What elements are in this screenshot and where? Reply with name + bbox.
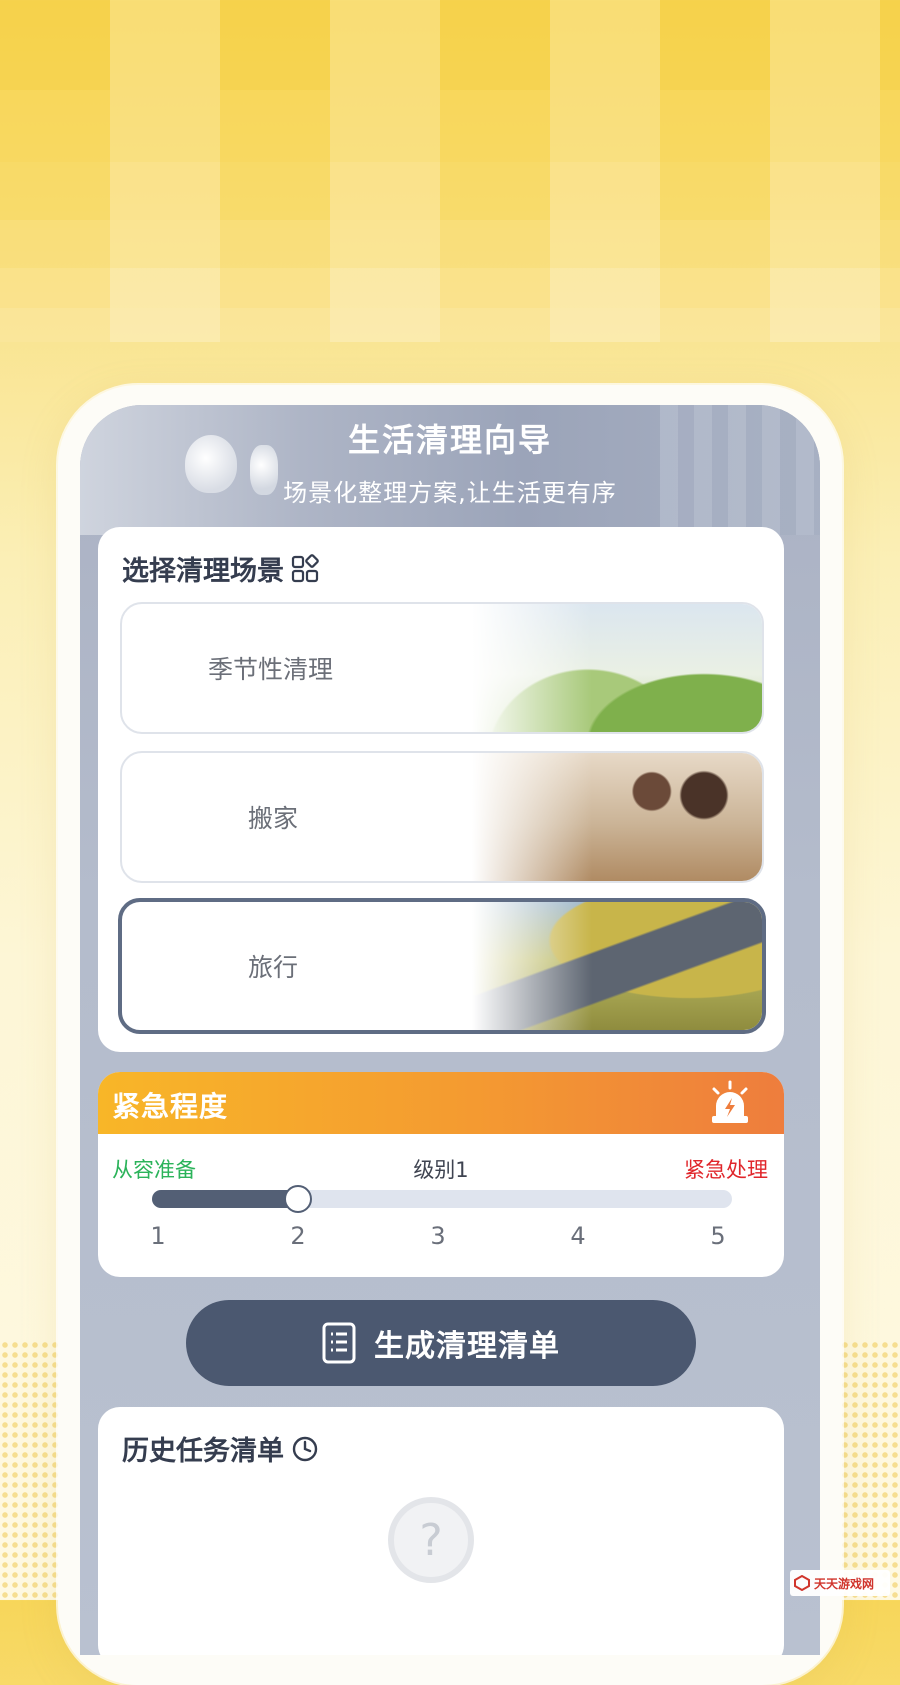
page-subtitle: 场景化整理方案,让生活更有序 [283, 479, 617, 507]
history-section-header: 历史任务清单 [122, 1429, 320, 1468]
question-mark-icon: ? [386, 1495, 476, 1585]
document-list-icon [322, 1322, 356, 1364]
watermark: 天天游戏网 [790, 1570, 890, 1596]
svg-text:?: ? [419, 1515, 442, 1566]
history-section-title: 历史任务清单 [122, 1436, 284, 1467]
logo-icon [794, 1574, 810, 1592]
watermark-text: 天天游戏网 [814, 1576, 875, 1591]
slider-ticks: 1 2 3 4 5 [150, 1222, 732, 1252]
urgency-high-label: 紧急处理 [684, 1158, 768, 1182]
slider-tick-label: 1 [150, 1222, 166, 1250]
app-screen: 生活清理向导 场景化整理方案,让生活更有序 选择清理场景 季节性清理 搬家 旅行… [80, 405, 820, 1655]
slider-tick-label: 5 [710, 1222, 726, 1250]
urgency-slider[interactable] [152, 1185, 732, 1213]
scene-option-label: 搬家 [248, 804, 299, 833]
checker-background [0, 0, 900, 420]
page-title: 生活清理向导 [347, 421, 552, 459]
image-fade [472, 753, 592, 881]
image-fade [472, 604, 592, 732]
scene-option-moving[interactable]: 搬家 [120, 751, 764, 883]
scene-option-label: 旅行 [248, 953, 299, 982]
scene-option-travel[interactable]: 旅行 [118, 898, 766, 1034]
grid-icon [290, 553, 320, 584]
generate-checklist-button[interactable]: 生成清理清单 [186, 1300, 696, 1386]
urgency-title: 紧急程度 [112, 1090, 229, 1123]
scene-option-label: 季节性清理 [208, 655, 334, 684]
slider-thumb[interactable] [284, 1185, 312, 1213]
urgency-level-label: 级别1 [413, 1158, 469, 1182]
header-banner: 生活清理向导 场景化整理方案,让生活更有序 [80, 405, 820, 535]
scene-section-header: 选择清理场景 [122, 549, 320, 588]
scene-option-seasonal[interactable]: 季节性清理 [120, 602, 764, 734]
clock-icon [290, 1434, 320, 1464]
urgency-card: 紧急程度 从容准备 级别1 紧急处理 12345 [98, 1072, 784, 1277]
urgency-header: 紧急程度 [98, 1072, 784, 1134]
image-fade [472, 902, 592, 1030]
slider-tick-label: 3 [430, 1222, 446, 1250]
history-card: 历史任务清单 ? [98, 1407, 784, 1655]
scene-section-title: 选择清理场景 [122, 556, 284, 587]
scene-selection-card: 选择清理场景 季节性清理 搬家 旅行 [98, 527, 784, 1052]
generate-button-label: 生成清理清单 [374, 1329, 560, 1364]
slider-tick-label: 2 [290, 1222, 306, 1250]
slider-fill [152, 1190, 304, 1208]
alarm-icon [706, 1080, 754, 1126]
slider-tick-label: 4 [570, 1222, 586, 1250]
